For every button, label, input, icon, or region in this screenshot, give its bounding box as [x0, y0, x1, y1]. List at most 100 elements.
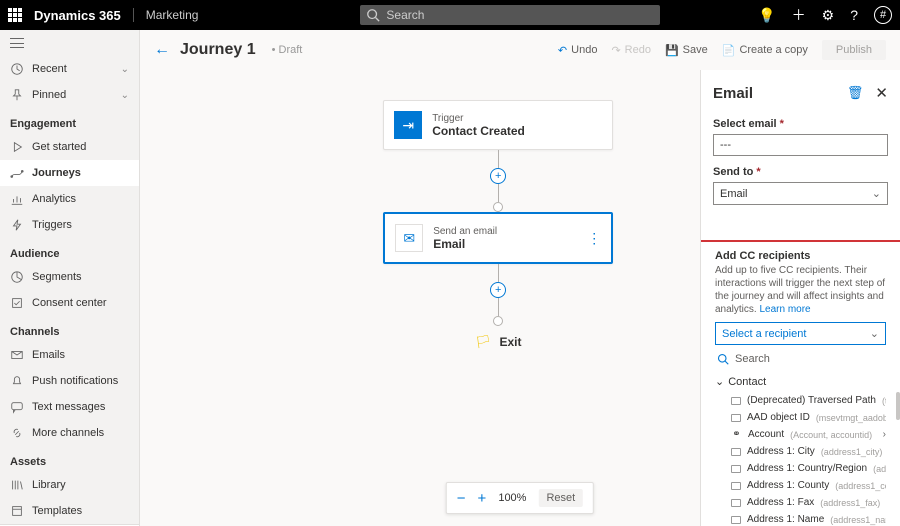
settings-icon[interactable]: ⚙	[822, 7, 835, 24]
undo-button[interactable]: ↶Undo	[558, 44, 598, 57]
send-to-label: Send to	[713, 166, 888, 178]
cc-group-contact[interactable]: ⌄Contact	[715, 375, 886, 388]
lightbulb-icon[interactable]: 💡	[758, 7, 775, 24]
cc-recipients-section: Add CC recipients Add up to five CC reci…	[700, 240, 900, 526]
email-card[interactable]: ✉ Send an email Email ⋮	[383, 212, 613, 264]
nav-push[interactable]: Push notifications	[0, 368, 139, 394]
exit-label: Exit	[499, 335, 521, 349]
zoom-in-button[interactable]: +	[478, 490, 487, 507]
nav-emails[interactable]: Emails	[0, 342, 139, 368]
command-bar: ← Journey 1 • Draft ↶Undo ↷Redo 💾Save 📄C…	[140, 30, 900, 70]
nav-text[interactable]: Text messages	[0, 394, 139, 420]
card-menu-button[interactable]: ⋮	[587, 230, 601, 247]
learn-more-link[interactable]: Learn more	[759, 304, 810, 315]
cc-field-item[interactable]: ⚭Account (Account, accountid)›	[715, 426, 886, 443]
panel-title: Email	[713, 85, 753, 102]
zoom-reset-button[interactable]: Reset	[538, 489, 583, 507]
cc-field-list: (Deprecated) Traversed Path (traversedpa…	[715, 392, 886, 526]
field-icon	[731, 516, 741, 524]
global-search[interactable]: Search	[360, 5, 660, 25]
save-button[interactable]: 💾Save	[665, 44, 708, 57]
mail-icon	[10, 348, 24, 362]
send-to-field[interactable]: Email⌄	[713, 182, 888, 205]
field-icon	[731, 414, 741, 422]
connector	[498, 264, 499, 282]
cc-field-item[interactable]: Address 1: Name (address1_name)	[715, 511, 886, 526]
redo-button[interactable]: ↷Redo	[611, 44, 651, 57]
chevron-down-icon: ⌄	[715, 375, 724, 388]
chevron-down-icon: ⌄	[121, 64, 129, 75]
trigger-label: Trigger	[432, 113, 525, 124]
app-launcher-icon[interactable]	[8, 8, 22, 22]
back-button[interactable]: ←	[154, 41, 170, 59]
nav-analytics[interactable]: Analytics	[0, 186, 139, 212]
pin-icon	[10, 88, 24, 102]
publish-button[interactable]: Publish	[822, 40, 886, 60]
field-icon	[731, 499, 741, 507]
flow-column: ⇥ Trigger Contact Created + ✉ Send an em…	[383, 100, 613, 350]
zoom-out-button[interactable]: −	[457, 490, 466, 507]
nav-journeys[interactable]: Journeys	[0, 160, 139, 186]
panel-header: Email 🗑 ✕	[713, 84, 888, 102]
cc-field-item[interactable]: AAD object ID (msevtmgt_aadobjectid)	[715, 409, 886, 426]
zoom-level: 100%	[498, 492, 526, 504]
search-icon	[717, 353, 729, 365]
hamburger-button[interactable]	[0, 30, 139, 56]
save-icon: 💾	[665, 44, 679, 57]
journey-icon	[10, 166, 24, 180]
page-title: Journey 1	[180, 41, 256, 59]
status-badge: • Draft	[272, 44, 303, 56]
top-bar: Dynamics 365 Marketing Search 💡 ＋ ⚙ ? #	[0, 0, 900, 30]
chevron-down-icon: ⌄	[870, 327, 879, 340]
cc-field-item[interactable]: Address 1: Country/Region (address1_cou.…	[715, 460, 886, 477]
chevron-right-icon: ›	[883, 429, 886, 440]
bell-icon	[10, 374, 24, 388]
undo-icon: ↶	[558, 44, 567, 57]
email-value: Email	[433, 237, 497, 251]
nav-templates[interactable]: Templates	[0, 498, 139, 524]
connector-dot	[493, 202, 503, 212]
account-icon: ⚭	[731, 429, 742, 440]
add-icon[interactable]: ＋	[792, 5, 806, 25]
delete-button[interactable]: 🗑	[847, 85, 864, 101]
close-button[interactable]: ✕	[875, 84, 888, 102]
nav-triggers[interactable]: Triggers	[0, 212, 139, 238]
nav-segments[interactable]: Segments	[0, 264, 139, 290]
chart-icon	[10, 192, 24, 206]
nav-more-channels[interactable]: More channels	[0, 420, 139, 446]
library-icon	[10, 478, 24, 492]
top-icons: 💡 ＋ ⚙ ? #	[758, 5, 892, 25]
select-email-label: Select email	[713, 118, 888, 130]
redo-icon: ↷	[611, 44, 620, 57]
cc-field-item[interactable]: (Deprecated) Traversed Path (traversedpa…	[715, 392, 886, 409]
sidebar: Recent⌄ Pinned⌄ Engagement Get started J…	[0, 30, 140, 526]
add-step-button[interactable]: +	[490, 282, 506, 298]
nav-consent[interactable]: Consent center	[0, 290, 139, 316]
sms-icon	[10, 400, 24, 414]
create-copy-button[interactable]: 📄Create a copy	[722, 44, 808, 57]
link-icon	[10, 426, 24, 440]
trigger-icon: ⇥	[394, 111, 422, 139]
email-label: Send an email	[433, 226, 497, 237]
cc-field-item[interactable]: Address 1: Fax (address1_fax)	[715, 494, 886, 511]
scrollbar-thumb[interactable]	[896, 392, 900, 420]
field-icon	[731, 465, 741, 473]
nav-recent[interactable]: Recent⌄	[0, 56, 139, 82]
cc-field-item[interactable]: Address 1: City (address1_city)	[715, 443, 886, 460]
add-step-button[interactable]: +	[490, 168, 506, 184]
user-avatar[interactable]: #	[874, 6, 892, 24]
help-icon[interactable]: ?	[850, 7, 858, 23]
exit-node[interactable]: 🏳 Exit	[475, 334, 522, 350]
nav-get-started[interactable]: Get started	[0, 134, 139, 160]
cc-search-input[interactable]: Search	[715, 349, 886, 369]
section-channels: Channels	[0, 316, 139, 342]
chevron-down-icon: ⌄	[872, 187, 881, 200]
select-email-field[interactable]: ---	[713, 134, 888, 156]
trigger-card[interactable]: ⇥ Trigger Contact Created	[383, 100, 613, 150]
nav-pinned[interactable]: Pinned⌄	[0, 82, 139, 108]
field-icon	[731, 482, 741, 490]
cc-field-item[interactable]: Address 1: County (address1_county)	[715, 477, 886, 494]
nav-library[interactable]: Library	[0, 472, 139, 498]
cc-select-recipient[interactable]: Select a recipient⌄	[715, 322, 886, 345]
command-actions: ↶Undo ↷Redo 💾Save 📄Create a copy Publish	[558, 40, 886, 60]
